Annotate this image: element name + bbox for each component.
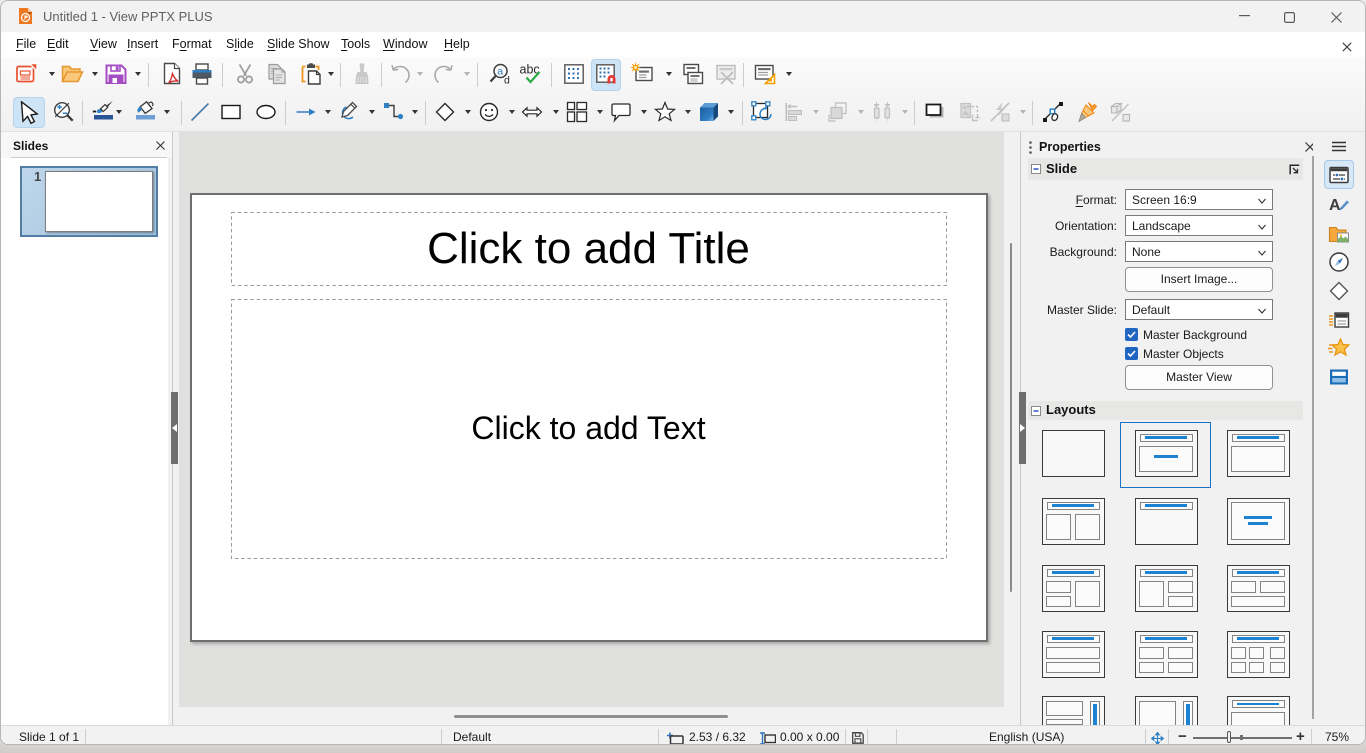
svg-text:A: A bbox=[1329, 197, 1341, 214]
svg-text:d: d bbox=[504, 75, 510, 87]
svg-text:a: a bbox=[497, 66, 503, 78]
